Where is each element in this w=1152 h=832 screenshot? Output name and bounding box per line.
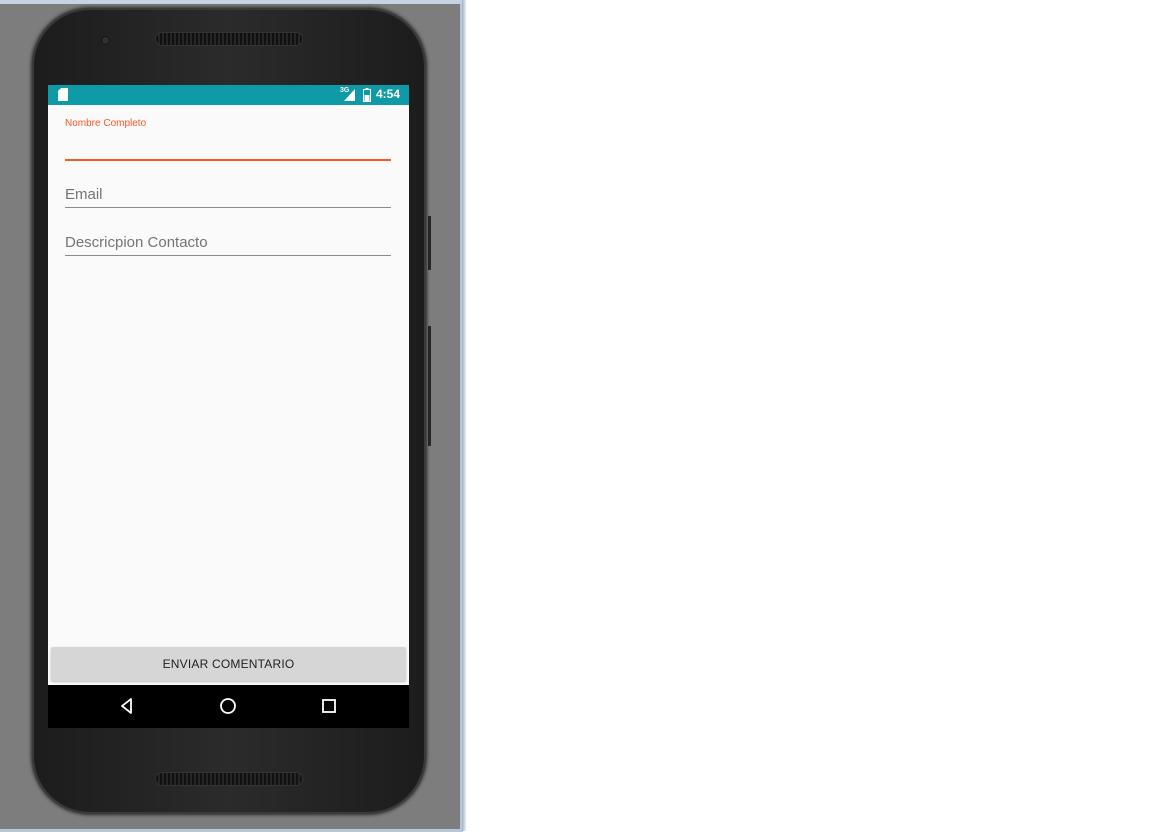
device-screen: 3G 4:54 Nombre Completo Email Descricpio… bbox=[48, 85, 409, 728]
recents-icon[interactable] bbox=[318, 695, 340, 717]
power-button[interactable] bbox=[428, 326, 431, 446]
description-field[interactable]: Descricpion Contacto bbox=[65, 233, 391, 257]
navigation-bar bbox=[48, 685, 409, 728]
top-speaker bbox=[156, 33, 302, 45]
name-field-underline bbox=[65, 159, 391, 161]
sd-card-icon bbox=[58, 88, 68, 101]
description-field-placeholder: Descricpion Contacto bbox=[65, 234, 208, 251]
description-field-underline bbox=[65, 255, 391, 256]
email-field-underline bbox=[65, 207, 391, 208]
send-comment-button[interactable]: ENVIAR COMENTARIO bbox=[51, 647, 406, 681]
email-field-placeholder: Email bbox=[65, 186, 103, 203]
home-icon[interactable] bbox=[217, 695, 239, 717]
name-field-label: Nombre Completo bbox=[65, 118, 147, 129]
bottom-speaker bbox=[156, 773, 302, 785]
window-border bbox=[462, 0, 466, 831]
status-bar: 3G 4:54 bbox=[48, 85, 409, 105]
back-icon[interactable] bbox=[116, 695, 138, 717]
volume-button[interactable] bbox=[428, 216, 431, 270]
email-field[interactable]: Email bbox=[65, 185, 391, 209]
front-camera bbox=[102, 37, 109, 44]
name-field[interactable]: Nombre Completo bbox=[65, 118, 391, 163]
clock: 4:54 bbox=[376, 87, 401, 101]
battery-icon bbox=[363, 88, 371, 102]
signal-icon bbox=[344, 89, 355, 101]
